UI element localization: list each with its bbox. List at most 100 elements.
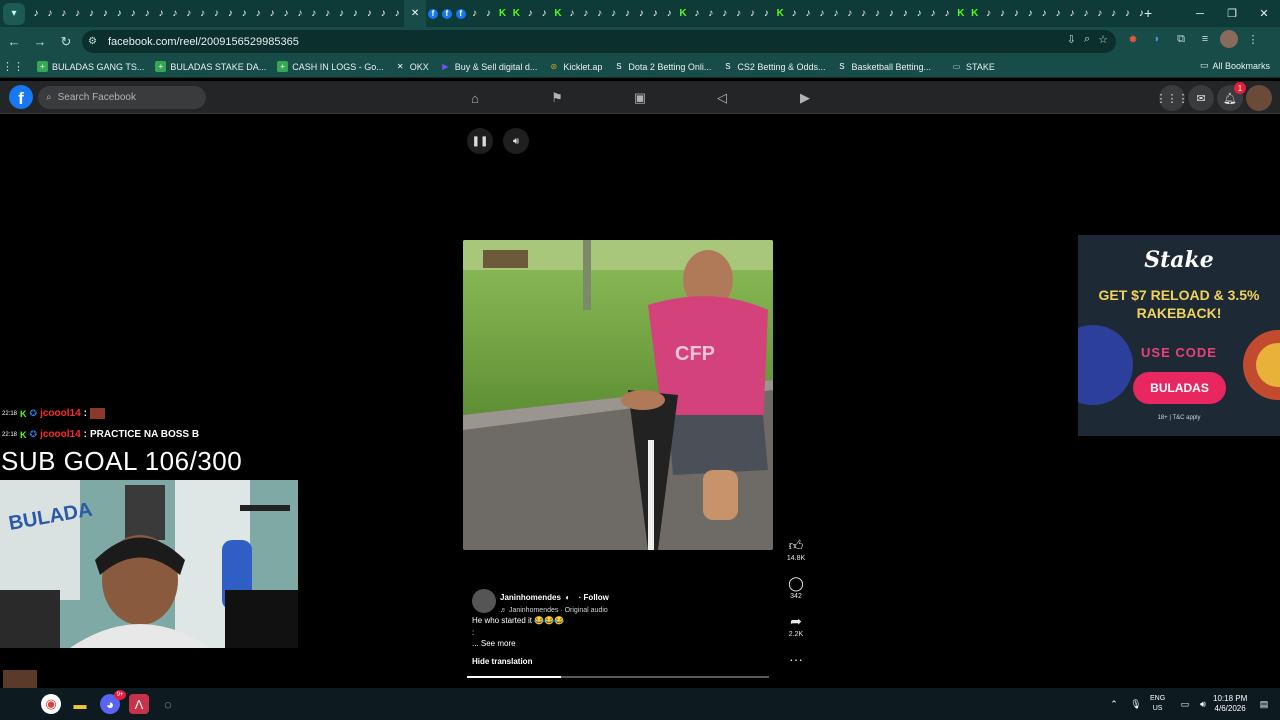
tiktok-tab-icon[interactable]: ♪ — [1051, 0, 1065, 27]
tiktok-tab-icon[interactable]: ♪ — [182, 0, 196, 27]
bookmark-item[interactable]: S Dota 2 Betting Onli... — [613, 61, 711, 72]
tiktok-tab-icon[interactable]: ♪ — [843, 0, 857, 27]
bookmark-item[interactable]: ✕ OKX — [395, 61, 429, 72]
tiktok-tab-icon[interactable]: ♪ — [362, 0, 376, 27]
home-nav-icon[interactable]: ⌂ — [465, 88, 485, 108]
active-tab-close-icon[interactable]: ✕ — [404, 0, 427, 27]
more-options-button[interactable]: ··· — [783, 651, 809, 667]
comment-icon[interactable]: ◯ — [783, 575, 809, 591]
tiktok-tab-icon[interactable]: ♪ — [1037, 0, 1051, 27]
tiktok-tab-icon[interactable]: ♪ — [884, 0, 898, 27]
tiktok-tab-icon[interactable]: ♪ — [912, 0, 926, 27]
chrome-menu-icon[interactable]: ⋮ — [1244, 30, 1262, 48]
new-tab-button[interactable]: + — [1144, 5, 1152, 21]
address-bar[interactable]: ⚙ facebook.com/reel/2009156529985365 ⇩ ⌕… — [82, 30, 1116, 53]
reel-video[interactable]: CFP — [463, 240, 773, 550]
tiktok-tab-icon[interactable]: ♪ — [57, 0, 71, 27]
tiktok-tab-icon[interactable]: ♪ — [996, 0, 1010, 27]
tiktok-tab-icon[interactable]: ♪ — [565, 0, 579, 27]
audio-extension-icon[interactable]: ◗ — [1148, 30, 1166, 48]
speaker-icon[interactable]: 🔊︎ — [1195, 688, 1211, 720]
tiktok-tab-icon[interactable]: ♪ — [579, 0, 593, 27]
install-app-icon[interactable]: ⇩ — [1067, 33, 1076, 46]
tiktok-tab-icon[interactable]: ♪ — [1107, 0, 1121, 27]
microphone-icon[interactable]: 🎙︎ — [1128, 688, 1144, 720]
file-explorer-icon[interactable]: ▬ — [70, 694, 90, 714]
media-controls-icon[interactable]: ≡ — [1196, 30, 1214, 48]
tiktok-tab-icon[interactable]: ♪ — [1079, 0, 1093, 27]
bookmark-item[interactable]: + BULADAS GANG TS... — [37, 61, 144, 72]
account-avatar[interactable] — [1246, 85, 1272, 111]
tiktok-tab-icon[interactable]: ♪ — [265, 0, 279, 27]
bookmark-item[interactable]: + BULADAS STAKE DA... — [155, 61, 266, 72]
tiktok-tab-icon[interactable]: ♪ — [376, 0, 390, 27]
share-action[interactable]: ➦ 2.2K — [783, 613, 809, 638]
tiktok-tab-icon[interactable]: ♪ — [523, 0, 537, 27]
tiktok-tab-icon[interactable]: ♪ — [1121, 0, 1135, 27]
tiktok-tab-icon[interactable]: ♪ — [704, 0, 718, 27]
notifications-icon[interactable]: 🔔︎ 1 — [1217, 82, 1246, 111]
restore-button[interactable]: ❐ — [1216, 0, 1248, 27]
tiktok-tab-icon[interactable]: ♪ — [1009, 0, 1023, 27]
kick-tab-icon[interactable]: K — [551, 0, 565, 27]
minimize-button[interactable]: ─ — [1184, 0, 1216, 27]
like-action[interactable]: 👍︎ 14.8K — [783, 537, 809, 562]
more-icon[interactable]: ··· — [783, 651, 809, 667]
volume-button[interactable]: 🔊︎ — [503, 128, 529, 154]
bookmark-item[interactable]: ⊛ Kicklet.ap — [548, 61, 602, 72]
tiktok-tab-icon[interactable]: ♪ — [801, 0, 815, 27]
tiktok-tab-icon[interactable]: ♪ — [815, 0, 829, 27]
system-clock[interactable]: 10:18 PM 4/6/2026 — [1213, 694, 1247, 714]
zoom-icon[interactable]: ⌕ — [1084, 33, 1090, 46]
tiktok-tab-icon[interactable]: ♪ — [348, 0, 362, 27]
tiktok-tab-icon[interactable]: ♪ — [829, 0, 843, 27]
author-avatar[interactable] — [472, 588, 496, 613]
tiktok-tab-icon[interactable]: ♪ — [662, 0, 676, 27]
tiktok-tab-icon[interactable]: ♪ — [926, 0, 940, 27]
tiktok-tab-icon[interactable]: ♪ — [71, 0, 85, 27]
kick-tab-icon[interactable]: K — [676, 0, 690, 27]
tiktok-tab-icon[interactable]: ♪ — [593, 0, 607, 27]
tray-overflow-icon[interactable]: ⌃ — [1106, 688, 1122, 720]
tiktok-tab-icon[interactable]: ♪ — [223, 0, 237, 27]
tiktok-tab-icon[interactable]: ♪ — [251, 0, 265, 27]
tiktok-tab-icon[interactable]: ♪ — [468, 0, 482, 27]
tiktok-tab-icon[interactable]: ♪ — [634, 0, 648, 27]
facebook-tab-icon[interactable]: f — [426, 0, 440, 27]
network-icon[interactable]: ▭ — [1177, 688, 1193, 720]
tiktok-tab-icon[interactable]: ♪ — [1093, 0, 1107, 27]
tiktok-tab-icon[interactable]: ♪ — [335, 0, 349, 27]
hide-translation-link[interactable]: Hide translation — [472, 657, 532, 666]
tiktok-tab-icon[interactable]: ♪ — [690, 0, 704, 27]
apps-grid-icon[interactable]: ⋮⋮ — [0, 60, 26, 73]
tiktok-tab-icon[interactable]: ♪ — [982, 0, 996, 27]
tiktok-tab-icon[interactable]: ♪ — [482, 0, 496, 27]
tiktok-tab-icon[interactable]: ♪ — [718, 0, 732, 27]
tiktok-tab-icon[interactable]: ♪ — [154, 0, 168, 27]
bookmark-star-icon[interactable]: ☆ — [1098, 33, 1108, 46]
video-nav-icon[interactable]: ▶ — [795, 88, 815, 108]
bookmark-item[interactable]: S CS2 Betting & Odds... — [722, 61, 825, 72]
language-indicator[interactable]: ENG US — [1150, 694, 1165, 714]
ads-nav-icon[interactable]: ◁ — [712, 88, 732, 108]
tiktok-tab-icon[interactable]: ♪ — [126, 0, 140, 27]
like-icon[interactable]: 👍︎ — [783, 537, 809, 553]
facebook-search[interactable]: ⌕ — [38, 86, 206, 109]
tiktok-tab-icon[interactable]: ♪ — [279, 0, 293, 27]
stake-ad-banner[interactable]: Stake GET $7 RELOAD & 3.5% RAKEBACK! USE… — [1078, 235, 1280, 436]
tiktok-tab-icon[interactable]: ♪ — [746, 0, 760, 27]
profile-avatar[interactable] — [1220, 30, 1238, 48]
tiktok-tab-icon[interactable]: ♪ — [648, 0, 662, 27]
tiktok-tab-icon[interactable]: ♪ — [621, 0, 635, 27]
tiktok-tab-icon[interactable]: ♪ — [237, 0, 251, 27]
bookmark-item[interactable]: + CASH IN LOGS - Go... — [277, 61, 384, 72]
notification-center-icon[interactable]: ▤ — [1256, 688, 1272, 720]
tab-search-button[interactable]: ▾ — [3, 2, 25, 25]
tiktok-tab-icon[interactable]: ♪ — [307, 0, 321, 27]
tiktok-tab-icon[interactable]: ♪ — [732, 0, 746, 27]
search-input[interactable] — [57, 92, 198, 103]
kick-tab-icon[interactable]: K — [496, 0, 510, 27]
reload-button[interactable]: ↻ — [54, 30, 78, 54]
kick-tab-icon[interactable]: K — [968, 0, 982, 27]
back-button[interactable]: ← — [2, 30, 26, 54]
